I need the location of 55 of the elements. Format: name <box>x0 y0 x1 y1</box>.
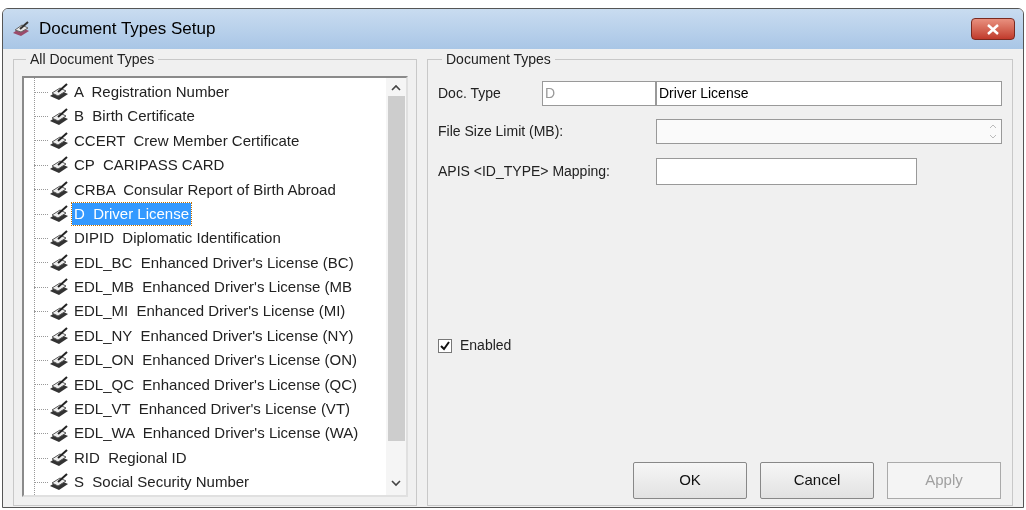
document-stack-icon <box>11 21 31 37</box>
close-icon <box>987 23 999 35</box>
document-stack-icon <box>48 205 70 224</box>
tree-item[interactable]: A Registration Number <box>72 80 232 104</box>
document-stack-icon <box>48 253 70 272</box>
document-stack-icon <box>48 156 70 175</box>
document-stack-icon <box>48 302 70 321</box>
tree-item[interactable]: DIPID Diplomatic Identification <box>72 227 283 250</box>
tree-item[interactable]: EDL_MI Enhanced Driver's License (MI) <box>72 300 348 323</box>
document-stack-icon <box>48 424 70 443</box>
scroll-down-icon[interactable] <box>391 478 401 487</box>
scrollbar[interactable] <box>386 78 406 495</box>
scroll-up-icon[interactable] <box>391 84 401 92</box>
document-stack-icon <box>48 180 70 199</box>
field-label: APIS <ID_TYPE> Mapping: <box>438 162 611 181</box>
document-stack-icon <box>48 107 70 126</box>
document-stack-icon <box>48 327 70 346</box>
group-title: Document Types <box>445 50 552 69</box>
field-label: Doc. Type <box>438 83 502 103</box>
tree-item[interactable]: EDL_QC Enhanced Driver's License (QC) <box>72 373 359 397</box>
tree-item[interactable]: EDL_MB Enhanced Driver's License (MB <box>72 276 354 299</box>
document-stack-icon <box>48 375 70 394</box>
tree-item[interactable]: CP CARIPASS CARD <box>72 154 227 177</box>
checkmark-icon <box>440 340 450 351</box>
checkbox[interactable] <box>438 338 452 353</box>
tree-item[interactable]: EDL_WA Enhanced Driver's License (WA) <box>72 422 361 445</box>
tree-item[interactable]: B Birth Certificate <box>72 105 197 128</box>
mapping-field[interactable] <box>656 158 917 185</box>
dialog-button[interactable]: Cancel <box>760 461 874 499</box>
dialog-button[interactable]: OK <box>633 461 747 499</box>
tree-item[interactable]: S Social Security Number <box>72 471 252 494</box>
tree-item[interactable]: RID Regional ID <box>72 446 189 470</box>
document-stack-icon <box>48 83 70 102</box>
checkbox-label: Enabled <box>460 336 512 355</box>
close-button[interactable] <box>971 18 1015 40</box>
spinner-arrows-icon[interactable] <box>989 122 997 140</box>
tree-item[interactable]: CRBA Consular Report of Birth Abroad <box>72 178 338 201</box>
name-field[interactable]: Driver License <box>656 80 1002 106</box>
document-stack-icon <box>48 473 70 492</box>
document-stack-icon <box>48 351 70 370</box>
tree-item[interactable]: EDL_VT Enhanced Driver's License (VT) <box>72 398 353 421</box>
field-label: File Size Limit (MB): <box>438 121 565 141</box>
number-spinner-field[interactable] <box>656 118 1002 144</box>
document-stack-icon <box>48 400 70 419</box>
document-stack-icon <box>48 131 70 150</box>
document-stack-icon <box>48 278 70 297</box>
group-title: All Document Types <box>29 50 156 69</box>
tree-item[interactable]: CCERT Crew Member Certificate <box>72 129 302 153</box>
scroll-thumb[interactable] <box>387 96 405 441</box>
document-stack-icon <box>48 449 70 468</box>
window-title: Document Types Setup <box>39 18 216 41</box>
tree-item[interactable]: EDL_NY Enhanced Driver's License (NY) <box>72 324 356 348</box>
document-stack-icon <box>48 229 70 248</box>
tree-item[interactable]: EDL_BC Enhanced Driver's License (BC) <box>72 251 356 275</box>
tree-item[interactable]: EDL_ON Enhanced Driver's License (ON) <box>72 349 359 372</box>
